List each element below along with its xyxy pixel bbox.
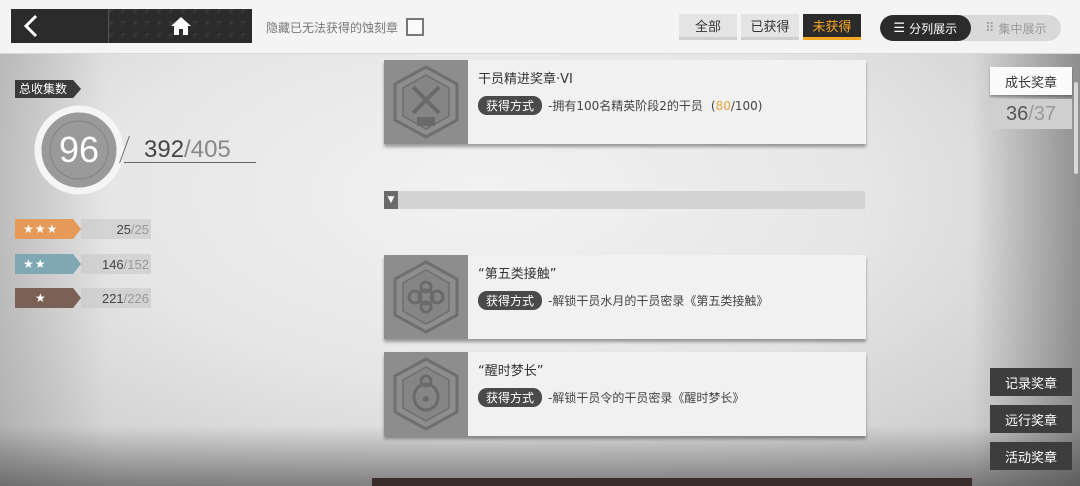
scrollbar[interactable] xyxy=(1074,82,1078,174)
expedition-medals-button[interactable]: 远行奖章 xyxy=(990,405,1072,433)
filter-tab-obtained[interactable]: 已获得 xyxy=(741,14,799,40)
medal-method-line: 获得方式 -解锁干员水月的干员密录《第五类接触》 xyxy=(478,291,856,310)
method-badge: 获得方式 xyxy=(478,291,543,310)
event-medals-button[interactable]: 活动奖章 xyxy=(990,442,1072,470)
medal-card[interactable]: “醒时梦长” 获得方式 -解锁干员令的干员密录《醒时梦长》 xyxy=(384,352,866,436)
filter-tab-unobtained[interactable]: 未获得 xyxy=(803,14,861,40)
star-max-2: 152 xyxy=(127,256,149,272)
section-divider: ▼ xyxy=(384,191,865,209)
view-toggle: ☰ 分列展示 ⠿ 集中展示 xyxy=(880,15,1061,41)
star-max-3: 25 xyxy=(134,221,149,237)
star-value-2: 146/152 xyxy=(81,254,151,274)
star-count-2: 146 xyxy=(101,256,124,272)
medal-card[interactable]: “第五类接触” 获得方式 -解锁干员水月的干员密录《第五类接触》 xyxy=(384,255,866,339)
medal-title: “醒时梦长” xyxy=(478,364,544,379)
hide-unobtainable-toggle[interactable]: 隐藏已无法获得的蚀刻章 xyxy=(266,17,425,37)
medal-card[interactable]: 干员精进奖章·VI 获得方式 -拥有100名精英阶段2的干员 ( 80 /100… xyxy=(384,60,866,144)
method-badge: 获得方式 xyxy=(478,96,543,115)
double-chevron-down-icon: ▼ xyxy=(384,191,398,209)
total-count: 392/405 xyxy=(144,136,231,164)
star-count-3: 25 xyxy=(116,221,131,237)
star-tag-2: ★★ xyxy=(15,254,81,274)
star-row-2: ★★ 146/152 xyxy=(15,254,151,274)
medal-title: 干员精进奖章·VI xyxy=(478,72,573,87)
medal-desc: -解锁干员令的干员密录《醒时梦长》 xyxy=(548,391,745,405)
top-bar: 隐藏已无法获得的蚀刻章 全部 已获得 未获得 ☰ 分列展示 ⠿ 集中展示 xyxy=(0,0,1080,54)
contact-medal-icon xyxy=(393,260,459,334)
growth-medals-tab[interactable]: 成长奖章 xyxy=(990,67,1072,95)
star-max-1: 226 xyxy=(127,290,149,306)
progress-current: 80 xyxy=(715,98,731,113)
view-option-split[interactable]: ☰ 分列展示 xyxy=(880,15,971,41)
medal-icon-box xyxy=(384,60,468,144)
list-icon: ☰ xyxy=(893,20,906,36)
view-option-grouped-label: 集中展示 xyxy=(998,21,1047,36)
home-icon xyxy=(170,17,191,35)
view-option-split-label: 分列展示 xyxy=(909,21,958,36)
progress-max: /100) xyxy=(730,98,763,113)
growth-medals-count: 36/37 xyxy=(990,99,1072,129)
hide-unobtainable-checkbox[interactable] xyxy=(406,18,425,36)
back-arrow-icon xyxy=(23,14,38,38)
background-strip xyxy=(372,478,972,486)
back-button[interactable] xyxy=(11,9,109,43)
medal-body: 干员精进奖章·VI 获得方式 -拥有100名精英阶段2的干员 ( 80 /100… xyxy=(468,60,866,144)
growth-count-value: 36 xyxy=(1005,102,1029,125)
elite-medal-icon xyxy=(393,65,459,139)
medal-desc: -解锁干员水月的干员密录《第五类接触》 xyxy=(548,294,769,308)
star-tag-1: ★ xyxy=(15,288,81,308)
record-medals-button[interactable]: 记录奖章 xyxy=(990,368,1072,396)
total-collection-label: 总收集数 xyxy=(15,80,82,98)
dream-medal-icon xyxy=(393,357,459,431)
star-count-1: 221 xyxy=(101,290,124,306)
view-option-grouped[interactable]: ⠿ 集中展示 xyxy=(971,15,1062,41)
medal-icon-box xyxy=(384,255,468,339)
medal-title: “第五类接触” xyxy=(478,267,557,282)
total-count-sep: / xyxy=(184,136,191,163)
collection-percent: 96 xyxy=(58,129,100,170)
total-count-max: 405 xyxy=(190,136,231,163)
star-value-1: 221/226 xyxy=(81,288,151,308)
method-badge: 获得方式 xyxy=(478,388,543,407)
hide-unobtainable-label: 隐藏已无法获得的蚀刻章 xyxy=(266,20,399,35)
grid-dots-icon: ⠿ xyxy=(984,20,995,36)
total-count-value: 392 xyxy=(144,136,185,163)
star-value-3: 25/25 xyxy=(81,219,151,239)
filter-tabs: 全部 已获得 未获得 xyxy=(679,14,861,40)
medal-desc: -拥有100名精英阶段2的干员 xyxy=(548,99,703,113)
star-tag-3: ★★★ xyxy=(15,219,81,239)
medal-body: “第五类接触” 获得方式 -解锁干员水月的干员密录《第五类接触》 xyxy=(468,255,866,339)
medal-method-line: 获得方式 -拥有100名精英阶段2的干员 ( 80 /100) xyxy=(478,96,856,115)
home-button[interactable] xyxy=(109,9,252,43)
medal-body: “醒时梦长” 获得方式 -解锁干员令的干员密录《醒时梦长》 xyxy=(468,352,866,436)
star-row-3: ★★★ 25/25 xyxy=(15,219,151,239)
filter-tab-all[interactable]: 全部 xyxy=(679,14,737,40)
medal-icon-box xyxy=(384,352,468,436)
star-row-1: ★ 221/226 xyxy=(15,288,151,308)
medal-method-line: 获得方式 -解锁干员令的干员密录《醒时梦长》 xyxy=(478,388,856,407)
growth-count-max: 37 xyxy=(1033,102,1057,125)
nav-group xyxy=(11,9,252,43)
